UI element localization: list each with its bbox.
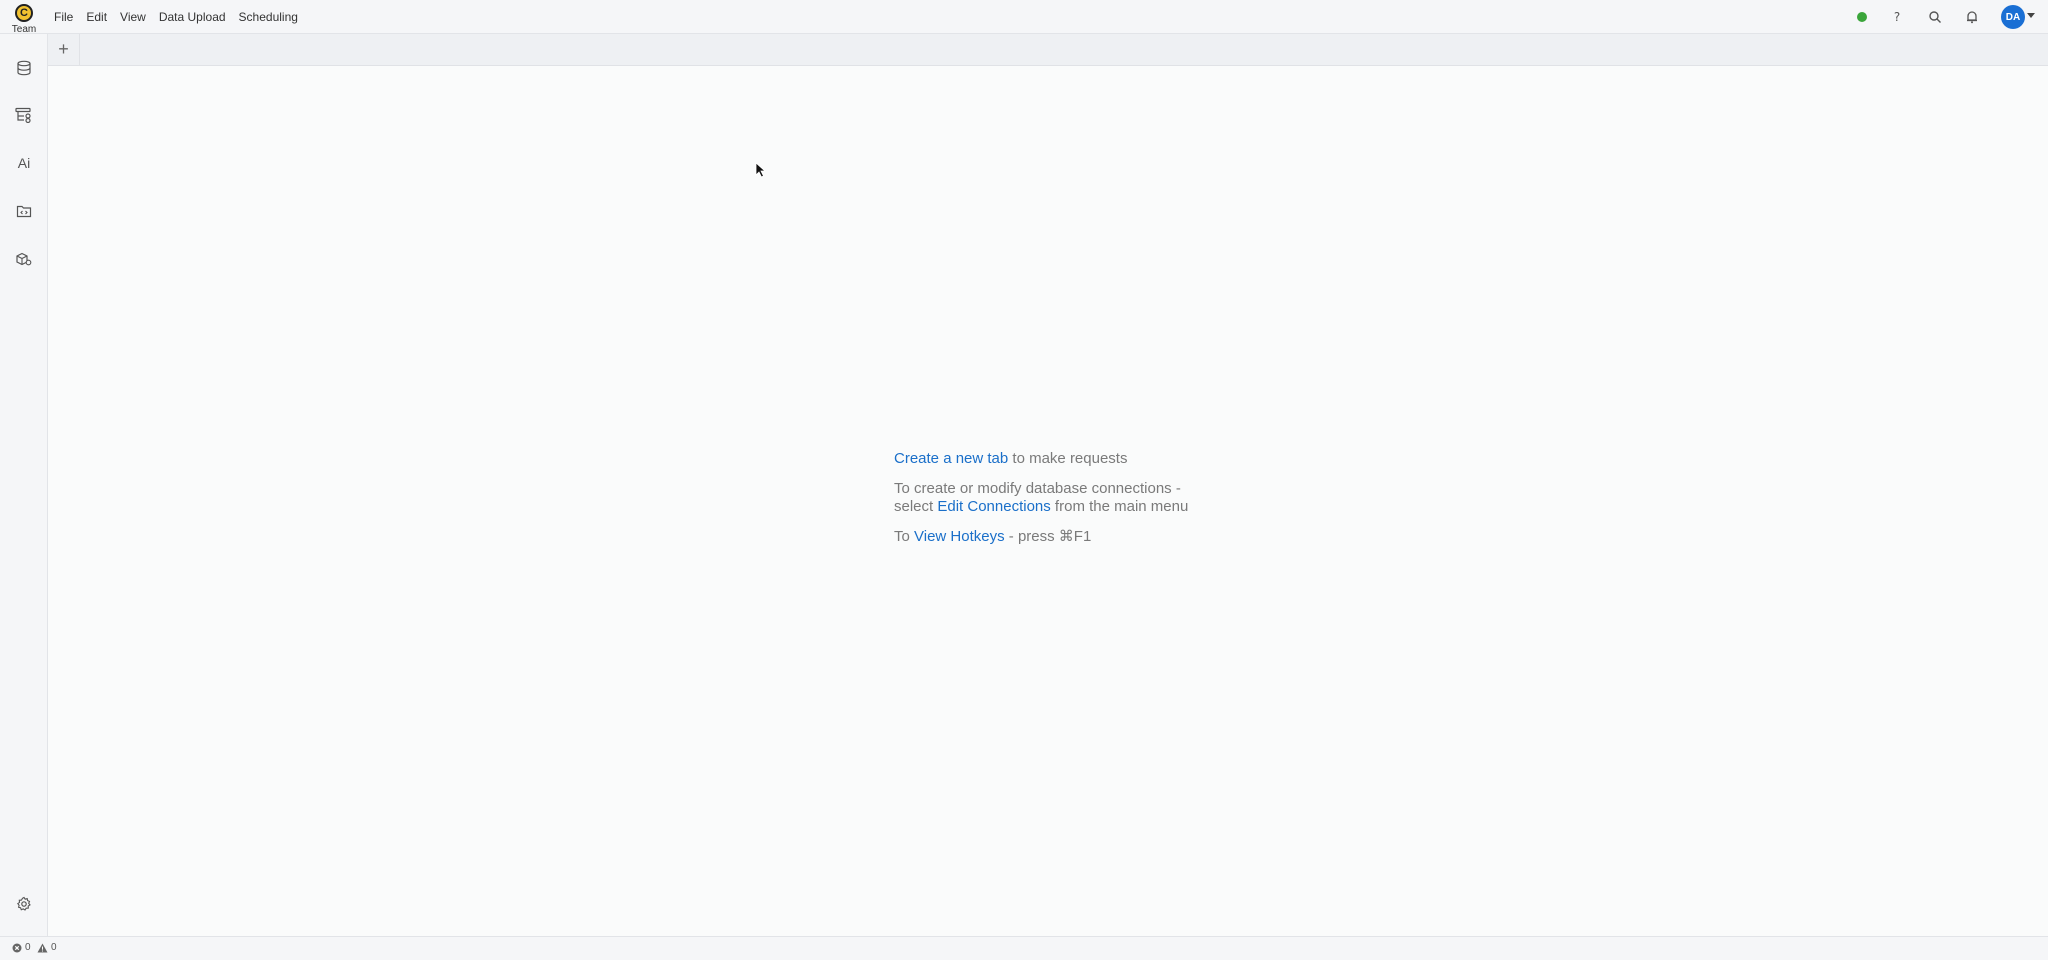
logo-icon: C xyxy=(15,4,33,22)
main-area: Create a new tab to make requests To cre… xyxy=(48,66,2048,936)
error-count[interactable]: 0 xyxy=(12,942,31,953)
code-folder-icon[interactable] xyxy=(14,201,34,221)
warning-icon xyxy=(37,943,48,952)
chevron-down-icon[interactable] xyxy=(2027,13,2035,18)
help-icon[interactable]: ? xyxy=(1888,8,1906,26)
tab-strip: + xyxy=(48,34,2048,66)
search-icon[interactable] xyxy=(1926,8,1944,26)
welcome-line-new-tab: Create a new tab to make requests xyxy=(894,450,1188,468)
welcome-line3-suffix: - press ⌘F1 xyxy=(1004,528,1092,545)
welcome-message: Create a new tab to make requests To cre… xyxy=(894,450,1188,558)
error-icon xyxy=(12,943,22,952)
user-avatar[interactable]: DA xyxy=(2001,5,2025,29)
warning-count-value: 0 xyxy=(51,942,57,953)
database-icon[interactable] xyxy=(14,58,34,78)
welcome-line1-text: to make requests xyxy=(1008,450,1128,467)
gear-icon[interactable] xyxy=(14,894,34,914)
packages-icon[interactable] xyxy=(14,249,34,269)
menu-edit[interactable]: Edit xyxy=(86,10,107,24)
welcome-line2-text: To create or modify database connections… xyxy=(894,480,1181,497)
app-window: C Team File Edit View Data Upload Schedu… xyxy=(0,0,2048,960)
add-tab-button[interactable]: + xyxy=(48,34,80,65)
create-new-tab-link[interactable]: Create a new tab xyxy=(894,450,1008,467)
status-bar: 0 0 xyxy=(0,936,2048,960)
welcome-line-hotkeys: To View Hotkeys - press ⌘F1 xyxy=(894,528,1188,546)
top-bar: C Team File Edit View Data Upload Schedu… xyxy=(0,0,2048,35)
svg-text:?: ? xyxy=(1894,10,1900,24)
view-hotkeys-link[interactable]: View Hotkeys xyxy=(914,528,1005,545)
app-logo[interactable]: C Team xyxy=(0,0,48,35)
welcome-line2-suffix: from the main menu xyxy=(1050,498,1189,515)
bell-icon[interactable] xyxy=(1963,8,1981,26)
schema-icon[interactable] xyxy=(14,105,34,125)
welcome-line2b-text: select xyxy=(894,498,938,515)
sidebar: Ai xyxy=(0,34,48,936)
welcome-line-connections: To create or modify database connections… xyxy=(894,480,1188,516)
ai-icon[interactable]: Ai xyxy=(14,153,34,173)
warning-count[interactable]: 0 xyxy=(37,942,57,953)
welcome-line3-prefix: To xyxy=(894,528,915,545)
edit-connections-link[interactable]: Edit Connections xyxy=(937,498,1050,515)
menu-view[interactable]: View xyxy=(120,10,146,24)
mouse-cursor-icon xyxy=(755,162,767,183)
error-count-value: 0 xyxy=(25,942,31,953)
menu-data-upload[interactable]: Data Upload xyxy=(159,10,226,24)
connection-status-indicator[interactable] xyxy=(1857,12,1867,22)
menu-file[interactable]: File xyxy=(54,10,73,24)
main-menu: File Edit View Data Upload Scheduling xyxy=(54,0,298,34)
menu-scheduling[interactable]: Scheduling xyxy=(239,10,298,24)
